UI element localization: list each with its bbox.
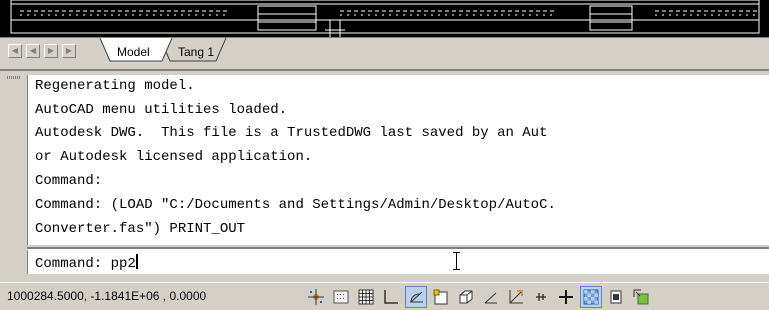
- history-line: Command: (LOAD "C:/Documents and Setting…: [35, 197, 556, 213]
- first-layout-button[interactable]: ◀: [8, 44, 22, 58]
- layout-tab-bar: ◀ ◀ ▶ ▶ Model Tang 1: [0, 37, 769, 63]
- command-input[interactable]: Command: pp2: [27, 250, 769, 274]
- dyn-icon: [536, 293, 546, 301]
- history-line: or Autodesk licensed application.: [35, 149, 313, 165]
- next-layout-button[interactable]: ▶: [44, 44, 58, 58]
- history-line: Autodesk DWG. This file is a TrustedDWG …: [35, 125, 548, 141]
- ortho-icon: [384, 290, 398, 304]
- lineweight-icon: [559, 290, 573, 304]
- grid-toggle[interactable]: [330, 286, 352, 308]
- transparency-toggle[interactable]: [580, 286, 602, 308]
- text-caret: [135, 254, 138, 269]
- drawing-viewport[interactable]: [0, 0, 769, 37]
- history-line: Converter.fas") PRINT_OUT: [35, 221, 246, 237]
- ducs-toggle[interactable]: [505, 286, 527, 308]
- 3d-osnap-toggle[interactable]: [455, 286, 477, 308]
- selection-cycling-toggle[interactable]: [630, 286, 652, 308]
- osnap-toggle[interactable]: [430, 286, 452, 308]
- history-line: Command:: [35, 173, 103, 189]
- tab-model[interactable]: Model: [117, 45, 150, 59]
- command-window: Regenerating model. AutoCAD menu utiliti…: [0, 69, 769, 274]
- ducs-icon: [509, 290, 523, 304]
- otrack-toggle[interactable]: [480, 286, 502, 308]
- ortho-toggle[interactable]: [380, 286, 402, 308]
- dyn-toggle[interactable]: [530, 286, 552, 308]
- polar-icon: [410, 291, 423, 303]
- history-line: Regenerating model.: [35, 78, 195, 94]
- drawing-geometry: [10, 0, 760, 37]
- infer-constraints-icon: [333, 290, 349, 304]
- selection-cycling-icon: [633, 289, 649, 305]
- ibeam-cursor-icon: [453, 252, 460, 270]
- quick-properties-toggle[interactable]: [605, 286, 627, 308]
- last-layout-button[interactable]: ▶: [62, 44, 76, 58]
- grid-display-toggle[interactable]: [355, 286, 377, 308]
- tab-tang-1[interactable]: Tang 1: [178, 45, 214, 59]
- quick-properties-icon: [610, 290, 622, 304]
- command-history: Regenerating model. AutoCAD menu utiliti…: [27, 75, 769, 245]
- command-input-text[interactable]: Command: pp2: [35, 254, 138, 272]
- 3d-osnap-icon: [459, 290, 473, 304]
- command-window-grip[interactable]: [7, 76, 21, 79]
- grid-icon: [358, 289, 374, 305]
- coordinate-readout[interactable]: 1000284.5000, -1.1841E+06 , 0.0000: [7, 289, 206, 303]
- polar-toggle[interactable]: [405, 286, 427, 308]
- snap-toggle[interactable]: [305, 286, 327, 308]
- transparency-icon: [583, 289, 599, 305]
- previous-layout-button[interactable]: ◀: [26, 44, 40, 58]
- status-bar: 1000284.5000, -1.1841E+06 , 0.0000: [0, 282, 769, 310]
- command-prompt: Command:: [35, 256, 111, 272]
- command-value[interactable]: pp2: [111, 256, 136, 272]
- lineweight-toggle[interactable]: [555, 286, 577, 308]
- osnap-icon: [433, 289, 448, 305]
- history-line: AutoCAD menu utilities loaded.: [35, 102, 288, 118]
- drawing-frame: [10, 0, 760, 34]
- snap-icon: [308, 289, 324, 305]
- otrack-icon: [484, 292, 497, 304]
